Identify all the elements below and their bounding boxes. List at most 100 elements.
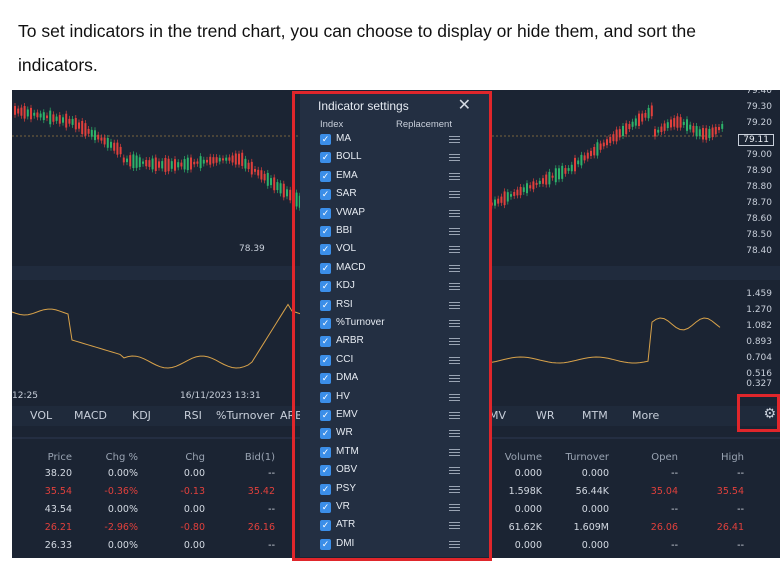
table-cell: -- (268, 468, 275, 479)
candle-body (260, 170, 263, 180)
candle-body (209, 156, 212, 165)
candle-body (94, 130, 96, 141)
candle-body (241, 152, 244, 166)
candle-body (33, 112, 36, 116)
tab-wr[interactable]: WR (536, 409, 555, 422)
candle-body (519, 186, 522, 196)
candle-body (225, 157, 228, 161)
tab-more[interactable]: More (632, 409, 659, 422)
tab-vol[interactable]: VOL (30, 409, 52, 422)
candle-body (602, 142, 605, 147)
indicator-tick: 0.516 (746, 369, 772, 379)
table-cell: 0.000 (581, 504, 609, 515)
candle-body (148, 160, 151, 167)
table-cell: -0.36% (104, 486, 138, 497)
candle-body (30, 107, 32, 120)
candle-body (551, 175, 554, 178)
candle-body (97, 134, 100, 140)
table-cell: -- (671, 504, 678, 515)
table-cell: 0.00 (183, 468, 205, 479)
candle-body (151, 158, 154, 170)
candle-body (673, 118, 676, 127)
candle-body (567, 168, 570, 171)
table-cell: 26.41 (716, 522, 744, 533)
price-tick: 78.80 (746, 182, 772, 192)
indicator-tick: 1.459 (746, 289, 772, 299)
tab-macd[interactable]: MACD (74, 409, 107, 422)
indicator-tick: 1.270 (746, 305, 772, 315)
table-header[interactable]: Turnover (549, 452, 609, 463)
candle-body (279, 183, 282, 194)
candle-body (161, 161, 164, 169)
candle-body (711, 127, 714, 138)
tab-mtm[interactable]: MTM (582, 409, 608, 422)
table-cell: 35.54 (716, 486, 744, 497)
candle-body (670, 119, 672, 128)
candle-body (497, 198, 500, 204)
table-cell: -- (737, 540, 744, 551)
candle-body (596, 142, 599, 156)
price-tick: 78.60 (746, 214, 772, 224)
candle-body (49, 110, 52, 125)
candle-body (42, 112, 45, 121)
candle-body (618, 129, 621, 138)
candle-body (513, 192, 516, 196)
candle-body (548, 171, 551, 185)
candle-body (180, 162, 183, 167)
candle-body (663, 123, 666, 131)
candle-body (26, 109, 29, 117)
table-cell: 35.54 (44, 486, 72, 497)
candle-body (660, 126, 663, 132)
candle-body (647, 107, 650, 119)
candle-body (87, 128, 90, 134)
table-header[interactable]: High (684, 452, 744, 463)
price-tick: 79.30 (746, 102, 772, 112)
candle-body (564, 168, 567, 174)
table-cell: 26.06 (650, 522, 678, 533)
candle-body (177, 162, 180, 168)
table-header[interactable]: Chg % (78, 452, 138, 463)
candle-body (110, 141, 112, 148)
candle-body (689, 124, 692, 130)
candle-body (577, 160, 580, 165)
candle-body (71, 118, 74, 125)
tab-rsi[interactable]: RSI (184, 409, 202, 422)
panel-highlight-box (292, 91, 492, 561)
candle-body (266, 172, 269, 186)
low-price-label: 78.39 (239, 244, 265, 254)
table-header[interactable]: Bid(1) (215, 452, 275, 463)
candle-body (215, 157, 218, 163)
table-header[interactable]: Price (12, 452, 72, 463)
candle-body (580, 154, 583, 166)
tab-turnover[interactable]: %Turnover (216, 409, 274, 422)
candle-body (702, 127, 704, 140)
price-tick: 78.50 (746, 230, 772, 240)
table-cell: 35.42 (247, 486, 275, 497)
candle-body (20, 107, 23, 116)
candle-body (84, 123, 87, 136)
table-cell: -- (671, 540, 678, 551)
candle-body (113, 142, 116, 151)
candle-body (39, 113, 42, 118)
candle-body (593, 146, 596, 156)
candle-body (638, 113, 640, 126)
candle-body (554, 168, 557, 183)
indicator-tick: 0.327 (746, 379, 772, 389)
tab-kdj[interactable]: KDJ (132, 409, 151, 422)
price-tick: 78.40 (746, 246, 772, 256)
candle-body (183, 159, 186, 170)
table-cell: 0.00% (107, 468, 138, 479)
candle-body (270, 178, 272, 186)
candle-body (506, 192, 509, 202)
table-cell: -- (268, 504, 275, 515)
price-tick: 79.00 (746, 150, 772, 160)
table-header[interactable]: Open (618, 452, 678, 463)
candle-body (238, 153, 240, 165)
table-cell: 0.000 (581, 540, 609, 551)
candle-body (129, 155, 132, 167)
candle-body (55, 116, 58, 121)
candle-body (526, 183, 528, 194)
table-header[interactable]: Chg (145, 452, 205, 463)
candle-body (154, 157, 157, 172)
indicator-tick: 0.893 (746, 337, 772, 347)
